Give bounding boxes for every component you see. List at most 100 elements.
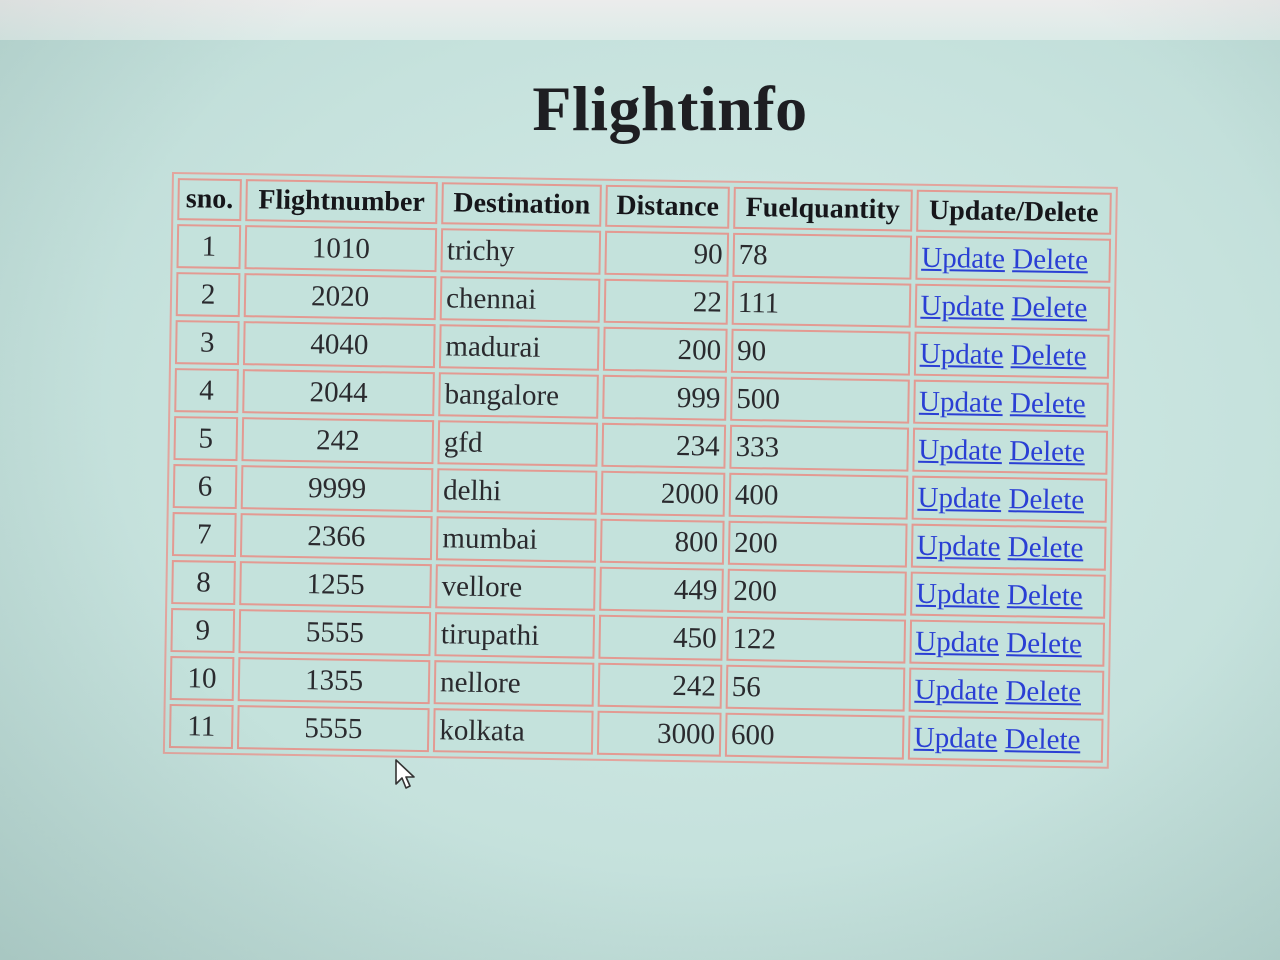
- header-fuelquantity: Fuelquantity: [733, 186, 913, 232]
- cell-flightnumber: 2020: [243, 273, 437, 321]
- cell-distance: 22: [604, 278, 729, 325]
- cell-flightnumber: 1255: [239, 561, 432, 609]
- cell-destination: madurai: [439, 324, 601, 371]
- cell-sno: 6: [172, 464, 238, 510]
- update-link[interactable]: Update: [919, 385, 1003, 418]
- table-row: 11 5555 kolkata 3000 600 Update Delete: [168, 704, 1104, 763]
- cell-distance: 449: [599, 566, 724, 613]
- cell-distance: 999: [602, 374, 727, 421]
- cell-actions: Update Delete: [909, 571, 1106, 619]
- cell-destination: gfd: [437, 420, 599, 467]
- update-link[interactable]: Update: [917, 529, 1001, 562]
- header-distance: Distance: [605, 184, 730, 229]
- cell-destination: kolkata: [433, 708, 595, 755]
- update-link[interactable]: Update: [915, 625, 999, 658]
- delete-link[interactable]: Delete: [1011, 291, 1087, 324]
- cell-sno: 1: [176, 224, 242, 270]
- cell-fuelquantity: 400: [728, 472, 908, 520]
- cell-sno: 8: [171, 560, 236, 606]
- cell-distance: 3000: [597, 710, 722, 757]
- cell-fuelquantity: 600: [724, 712, 905, 760]
- mouse-pointer-icon: [395, 759, 415, 789]
- delete-link[interactable]: Delete: [1006, 627, 1082, 660]
- cell-fuelquantity: 200: [727, 520, 908, 568]
- cell-actions: Update Delete: [908, 619, 1106, 667]
- cell-distance: 2000: [601, 470, 726, 517]
- cell-flightnumber: 5555: [238, 609, 432, 657]
- flight-table-container: sno. Flightnumber Destination Distance F…: [162, 172, 1122, 769]
- cell-actions: Update Delete: [911, 475, 1108, 523]
- cell-fuelquantity: 333: [729, 424, 909, 472]
- cell-destination: tirupathi: [434, 612, 596, 659]
- cell-distance: 242: [598, 662, 723, 709]
- header-sno: sno.: [177, 178, 242, 222]
- cell-flightnumber: 2366: [239, 513, 433, 561]
- delete-link[interactable]: Delete: [1005, 675, 1081, 708]
- cell-flightnumber: 242: [241, 417, 435, 465]
- update-link[interactable]: Update: [916, 577, 1000, 610]
- delete-link[interactable]: Delete: [1008, 531, 1084, 564]
- cell-actions: Update Delete: [907, 715, 1104, 763]
- cell-sno: 7: [171, 512, 237, 558]
- cell-sno: 5: [173, 416, 239, 462]
- update-link[interactable]: Update: [920, 337, 1004, 370]
- cell-destination: trichy: [440, 228, 602, 275]
- cell-distance: 800: [600, 518, 725, 565]
- cell-sno: 2: [175, 272, 241, 318]
- cell-distance: 200: [603, 326, 728, 373]
- cell-actions: Update Delete: [908, 667, 1105, 715]
- cell-fuelquantity: 200: [726, 568, 907, 616]
- cell-flightnumber: 1010: [244, 225, 438, 273]
- cell-actions: Update Delete: [912, 379, 1109, 427]
- cell-flightnumber: 1355: [237, 657, 431, 705]
- cell-destination: bangalore: [438, 372, 600, 419]
- delete-link[interactable]: Delete: [1009, 435, 1085, 468]
- cell-fuelquantity: 78: [732, 232, 912, 280]
- cell-sno: 11: [168, 704, 234, 750]
- cell-fuelquantity: 122: [726, 616, 906, 664]
- cell-sno: 9: [170, 608, 236, 654]
- delete-link[interactable]: Delete: [1012, 243, 1088, 276]
- cell-sno: 3: [174, 320, 240, 366]
- header-update-delete: Update/Delete: [915, 189, 1112, 235]
- cell-destination: vellore: [435, 564, 597, 611]
- cell-flightnumber: 5555: [236, 705, 430, 753]
- update-link[interactable]: Update: [914, 673, 998, 706]
- update-link[interactable]: Update: [914, 721, 998, 754]
- page-title: Flightinfo: [532, 73, 808, 144]
- cell-distance: 450: [598, 614, 723, 661]
- delete-link[interactable]: Delete: [1008, 483, 1084, 516]
- flight-table: sno. Flightnumber Destination Distance F…: [162, 172, 1118, 769]
- cell-distance: 234: [601, 422, 726, 469]
- update-link[interactable]: Update: [921, 241, 1005, 274]
- cell-actions: Update Delete: [913, 331, 1110, 379]
- cell-flightnumber: 4040: [242, 321, 436, 369]
- cell-actions: Update Delete: [914, 235, 1112, 283]
- cell-actions: Update Delete: [910, 523, 1107, 571]
- cell-destination: mumbai: [436, 516, 598, 563]
- header-destination: Destination: [441, 182, 603, 227]
- cell-sno: 10: [169, 656, 235, 702]
- cell-distance: 90: [604, 230, 729, 277]
- page: Flightinfo sno. Flightnumber Destination…: [0, 0, 1280, 960]
- cell-actions: Update Delete: [914, 283, 1111, 331]
- update-link[interactable]: Update: [918, 433, 1002, 466]
- cell-fuelquantity: 90: [730, 328, 911, 376]
- delete-link[interactable]: Delete: [1011, 339, 1087, 372]
- cell-fuelquantity: 500: [730, 376, 910, 424]
- delete-link[interactable]: Delete: [1005, 723, 1081, 756]
- cell-destination: delhi: [436, 468, 598, 515]
- update-link[interactable]: Update: [920, 289, 1004, 322]
- cell-flightnumber: 9999: [240, 465, 434, 513]
- cell-flightnumber: 2044: [242, 369, 436, 417]
- delete-link[interactable]: Delete: [1007, 579, 1083, 612]
- cell-fuelquantity: 56: [725, 664, 905, 712]
- update-link[interactable]: Update: [917, 481, 1001, 514]
- table-body: 1 1010 trichy 90 78 Update Delete 2 2020 chennai…: [168, 224, 1112, 763]
- cell-sno: 4: [174, 368, 239, 414]
- header-flightnumber: Flightnumber: [245, 179, 438, 225]
- cell-actions: Update Delete: [911, 427, 1109, 475]
- delete-link[interactable]: Delete: [1010, 387, 1086, 420]
- cell-destination: nellore: [433, 660, 595, 707]
- cell-fuelquantity: 111: [731, 280, 911, 328]
